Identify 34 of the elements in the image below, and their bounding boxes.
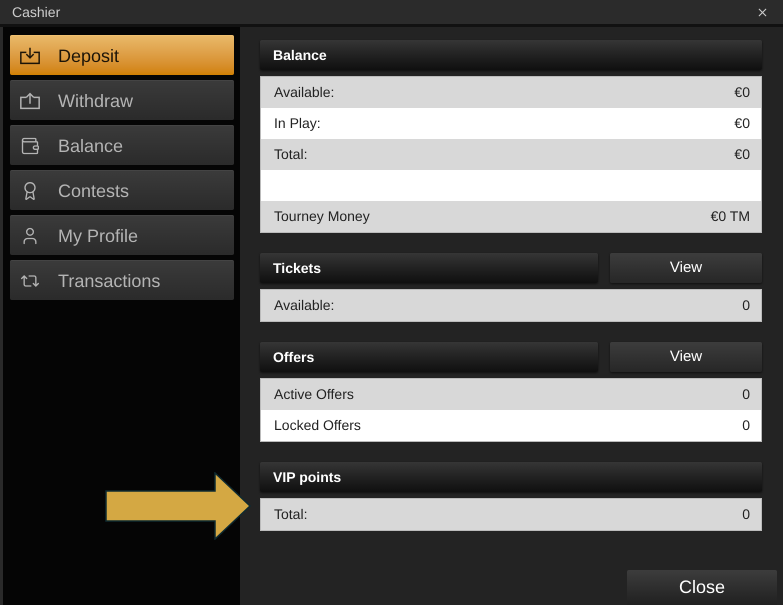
section-title: Offers bbox=[273, 348, 314, 366]
sidebar-item[interactable]: Withdraw bbox=[10, 80, 234, 120]
row-value: 0 bbox=[742, 416, 750, 435]
sidebar-item[interactable]: Balance bbox=[10, 125, 234, 165]
row-value: €0 bbox=[734, 114, 750, 133]
view-button[interactable]: View bbox=[610, 253, 762, 283]
row-value: 0 bbox=[742, 505, 750, 524]
row-label: Available: bbox=[274, 83, 334, 102]
section-title: Balance bbox=[273, 46, 327, 64]
sidebar-item[interactable]: Contests bbox=[10, 170, 234, 210]
row-label: Available: bbox=[274, 296, 334, 315]
window-title: Cashier bbox=[12, 2, 60, 22]
sidebar-item[interactable]: Transactions bbox=[10, 260, 234, 300]
wallet-icon bbox=[19, 136, 41, 156]
sidebar-item[interactable]: Deposit bbox=[10, 35, 234, 75]
row-value: €0 bbox=[734, 83, 750, 102]
row-label: Active Offers bbox=[274, 385, 354, 404]
row-label: Total: bbox=[274, 145, 308, 164]
row-value: €0 TM bbox=[710, 207, 750, 226]
view-button[interactable]: View bbox=[610, 342, 762, 372]
tray-down-arrow-icon bbox=[19, 46, 41, 66]
row-label: In Play: bbox=[274, 114, 321, 133]
section-title: VIP points bbox=[273, 468, 342, 487]
close-icon[interactable] bbox=[756, 6, 769, 18]
tray-up-arrow-icon bbox=[19, 90, 41, 110]
sidebar-item[interactable]: My Profile bbox=[10, 215, 234, 255]
row-value: €0 bbox=[734, 145, 750, 164]
row-label: Total: bbox=[274, 505, 308, 524]
row-label: Tourney Money bbox=[274, 207, 370, 226]
section-title: Tickets bbox=[273, 258, 321, 278]
row-value: 0 bbox=[742, 385, 750, 404]
row-label: Locked Offers bbox=[274, 416, 361, 435]
right-arrow-icon bbox=[105, 472, 251, 540]
row-value: 0 bbox=[742, 296, 750, 315]
